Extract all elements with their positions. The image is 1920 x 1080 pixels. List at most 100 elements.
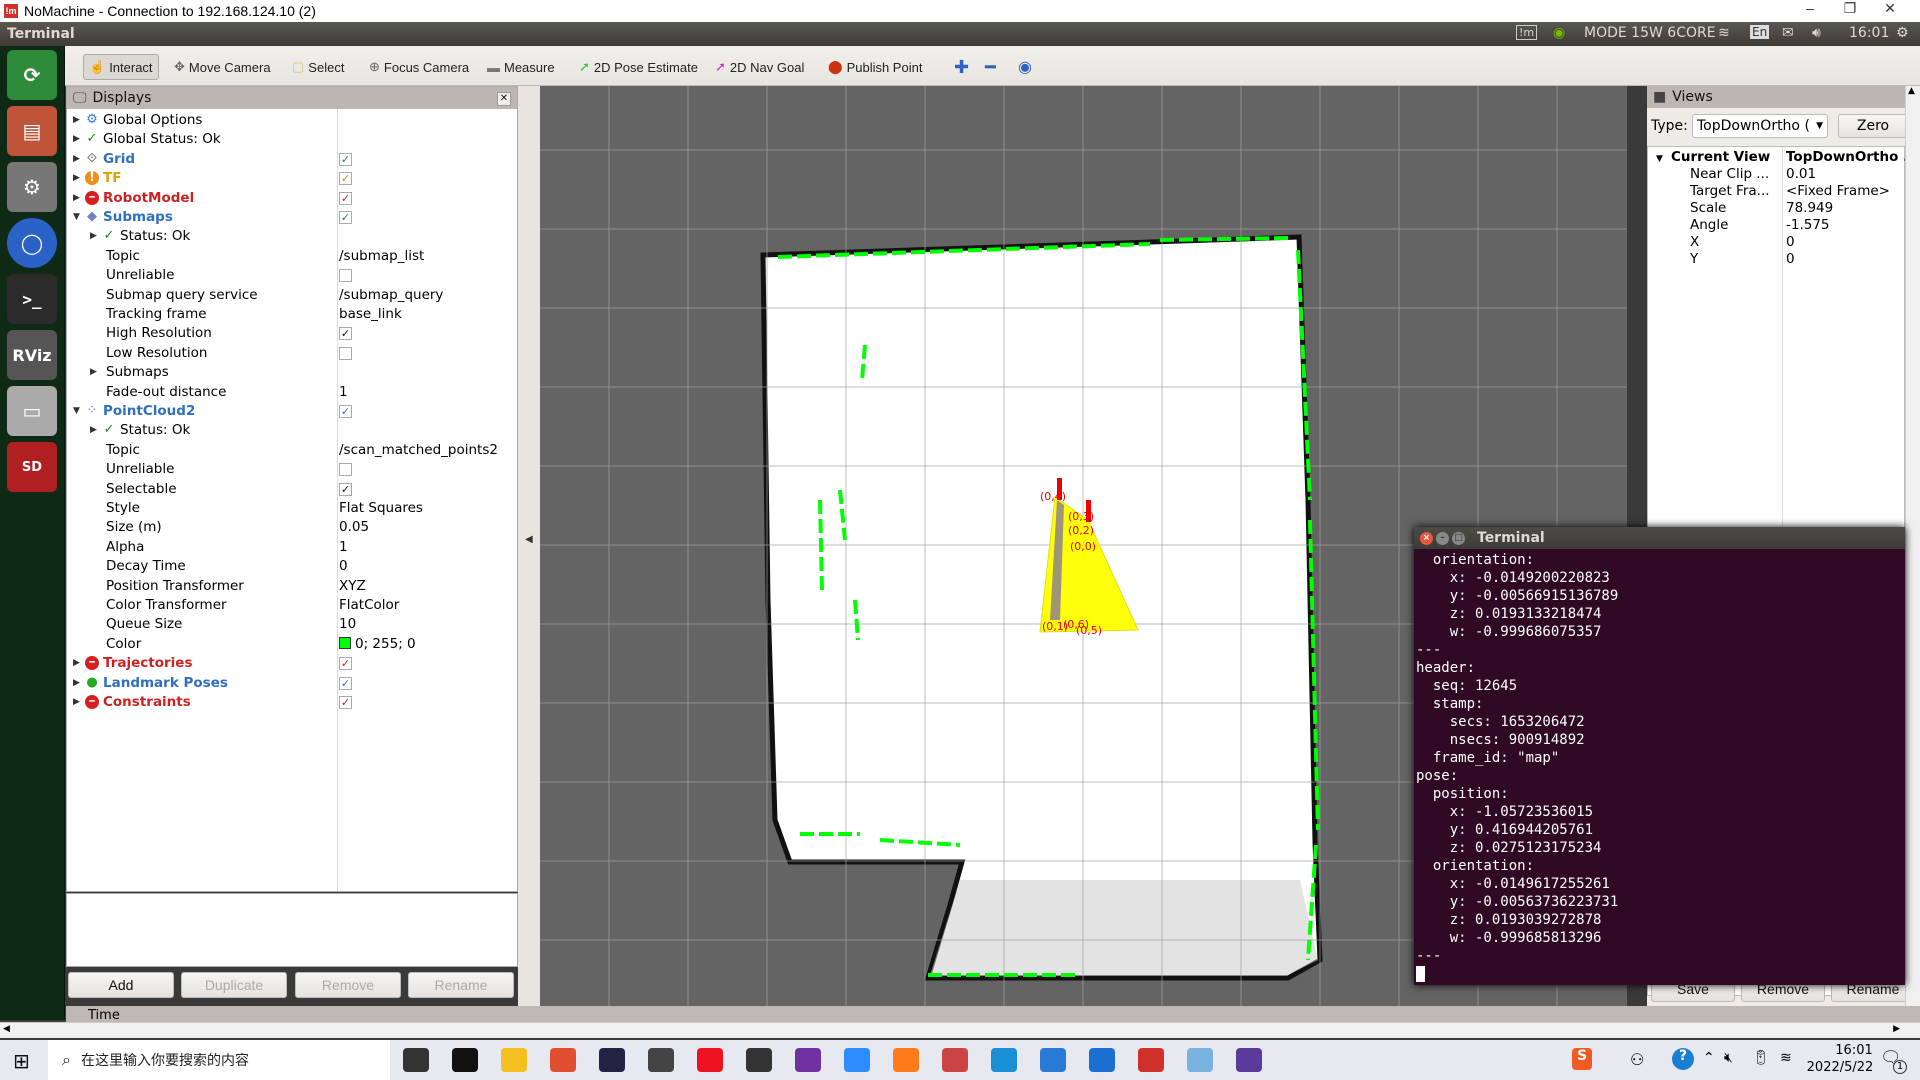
view-prop-value[interactable]: 0.01	[1786, 166, 1816, 183]
display-value[interactable]: 10	[339, 615, 356, 634]
expand-arrow-icon[interactable]: ▶	[73, 189, 80, 208]
rviz-icon[interactable]: RViz	[7, 330, 57, 380]
enabled-checkbox[interactable]	[339, 346, 352, 360]
mail-icon[interactable]: ✉	[1782, 25, 1794, 41]
display-row[interactable]: Queue Size 10	[67, 615, 517, 634]
display-value[interactable]: base_link	[339, 305, 402, 324]
sd-card-icon[interactable]: SD	[7, 442, 57, 492]
keyboard-language[interactable]: En	[1750, 25, 1770, 39]
help-alert-icon[interactable]: ?	[1672, 1048, 1694, 1070]
nvidia-icon[interactable]: ◉	[1553, 25, 1565, 41]
display-row[interactable]: Topic/submap_list	[67, 247, 517, 266]
expand-arrow-icon[interactable]: ▶	[73, 169, 80, 188]
terminal-output[interactable]: orientation: x: -0.0149200220823 y: -0.0…	[1414, 549, 1905, 984]
file-explorer-icon[interactable]	[501, 1048, 527, 1072]
zoom-icon[interactable]	[844, 1048, 870, 1072]
expand-arrow-icon[interactable]: ▶	[90, 363, 97, 382]
display-row[interactable]: Size (m) 0.05	[67, 518, 517, 537]
enabled-checkbox[interactable]: ✓	[339, 696, 352, 709]
remove-tool-minus-icon[interactable]: ━	[980, 54, 1001, 80]
volume-icon[interactable]: 🔊︎	[1812, 25, 1821, 41]
display-row[interactable]: Position Transformer XYZ	[67, 577, 517, 596]
color-swatch[interactable]	[339, 636, 351, 649]
duplicate-display-button[interactable]: Duplicate	[181, 972, 287, 998]
display-row[interactable]: ▶ ⚙ Global Options	[67, 111, 517, 130]
display-value[interactable]: /scan_matched_points2	[339, 441, 498, 460]
display-value[interactable]: 0; 255; 0	[339, 635, 416, 654]
view-prop-value[interactable]: 0	[1786, 234, 1795, 251]
display-value[interactable]: 1	[339, 538, 348, 557]
youdao-icon[interactable]	[697, 1048, 723, 1072]
expand-arrow-icon[interactable]: ▶	[73, 654, 80, 673]
task-view-icon[interactable]	[403, 1048, 429, 1072]
maximize-button[interactable]: ❐	[1830, 0, 1870, 17]
store-icon[interactable]	[452, 1048, 478, 1072]
firefox-icon[interactable]	[893, 1048, 919, 1072]
display-row[interactable]: Submap query service/submap_query	[67, 286, 517, 305]
display-row[interactable]: ▶ ✓ Status: Ok	[67, 421, 517, 440]
enabled-checkbox[interactable]: ✓	[339, 676, 352, 690]
windows-start-icon[interactable]: ⊞	[13, 1049, 30, 1073]
view-prop-value[interactable]: -1.575	[1786, 217, 1830, 234]
enabled-checkbox[interactable]: ✓	[339, 405, 352, 418]
display-row[interactable]: ▶ ✓ Global Status: Ok	[67, 130, 517, 149]
display-row[interactable]: ▶ ✓ Status: Ok	[67, 227, 517, 246]
phone-icon[interactable]	[1089, 1048, 1115, 1072]
expand-arrow-icon[interactable]: ▶	[90, 421, 97, 440]
camera-icon[interactable]	[746, 1048, 772, 1072]
expand-arrow-icon[interactable]: ▶	[73, 130, 80, 149]
terminal-window[interactable]: × – □ Terminal orientation: x: -0.014920…	[1414, 527, 1905, 985]
mail-icon[interactable]	[648, 1048, 674, 1072]
remove-display-button[interactable]: Remove	[295, 972, 401, 998]
view-prop-value[interactable]: <Fixed Frame>	[1786, 183, 1890, 200]
rename-display-button[interactable]: Rename	[408, 972, 514, 998]
display-value[interactable]: XYZ	[339, 577, 366, 596]
display-row[interactable]: Color 0; 255; 0	[67, 635, 517, 654]
tool-measure[interactable]: ▬ Measure	[482, 54, 560, 80]
nomachine-indicator-icon[interactable]: !m	[1516, 25, 1538, 40]
app-blue-bolt-icon[interactable]	[599, 1048, 625, 1072]
close-panel-button[interactable]: ✕	[497, 92, 511, 106]
display-row[interactable]: Topic/scan_matched_points2	[67, 441, 517, 460]
enabled-checkbox[interactable]: ✓	[339, 657, 352, 671]
enabled-checkbox[interactable]: ✓	[339, 191, 352, 205]
zero-button[interactable]: Zero	[1838, 114, 1908, 138]
collapse-arrow-icon[interactable]: ▼	[73, 402, 80, 421]
close-window-button[interactable]: ✕	[1870, 0, 1910, 17]
nomachine-icon[interactable]	[1138, 1048, 1164, 1072]
tool-2d-nav-goal[interactable]: ➚ 2D Nav Goal	[710, 54, 809, 80]
tool-publish-point[interactable]: ⬤ Publish Point	[823, 54, 927, 80]
power-mode-label[interactable]: MODE 15W 6CORE	[1584, 25, 1716, 41]
display-row[interactable]: Unreliable	[67, 266, 517, 285]
collapse-arrow-icon[interactable]: ▼	[1656, 151, 1663, 168]
expand-arrow-icon[interactable]: ▶	[73, 111, 80, 130]
enabled-checkbox[interactable]: ✓	[339, 327, 352, 341]
view-prop-value[interactable]: 0	[1786, 251, 1795, 268]
display-value[interactable]: 0	[339, 557, 348, 576]
display-value[interactable]: /submap_query	[339, 286, 443, 305]
display-row[interactable]: ▶ ● Landmark Poses ✓	[67, 674, 517, 693]
taskbar-search-box[interactable]: ⌕ 在这里输入你要搜索的内容	[48, 1040, 390, 1080]
display-row[interactable]: ▶ ⟐ Grid ✓	[67, 150, 517, 169]
people-icon[interactable]: ⚇	[1630, 1050, 1644, 1069]
settings-icon[interactable]: ⚙	[7, 162, 57, 212]
terminal-icon[interactable]: >_	[7, 274, 57, 324]
tool-focus-camera[interactable]: ⊕ Focus Camera	[364, 54, 474, 80]
enabled-checkbox[interactable]	[339, 269, 352, 283]
show-hidden-icons-chevron[interactable]: ⌃	[1703, 1050, 1715, 1066]
display-row[interactable]: ▶ ━ Trajectories ✓	[67, 654, 517, 673]
terminal-maximize-button[interactable]: □	[1452, 531, 1465, 545]
display-row[interactable]: ▶ ━ Constraints ✓	[67, 693, 517, 712]
expand-arrow-icon[interactable]: ▶	[73, 674, 80, 693]
tool-properties-eye-icon[interactable]: ◉	[1013, 54, 1037, 80]
display-row[interactable]: Alpha 1	[67, 538, 517, 557]
display-row[interactable]: Fade-out distance 1	[67, 383, 517, 402]
add-tool-plus-icon[interactable]: ✚	[949, 54, 974, 80]
wifi-icon[interactable]: ≋	[1718, 25, 1730, 41]
view-prop-value[interactable]: 78.949	[1786, 200, 1833, 217]
clock-date[interactable]: 2022/5/22	[1800, 1060, 1880, 1075]
display-row[interactable]: ▶ ━ RobotModel ✓	[67, 189, 517, 208]
display-row[interactable]: ▼ ◆ Submaps ✓	[67, 208, 517, 227]
display-row[interactable]: Unreliable	[67, 460, 517, 479]
display-value[interactable]: 1	[339, 383, 348, 402]
